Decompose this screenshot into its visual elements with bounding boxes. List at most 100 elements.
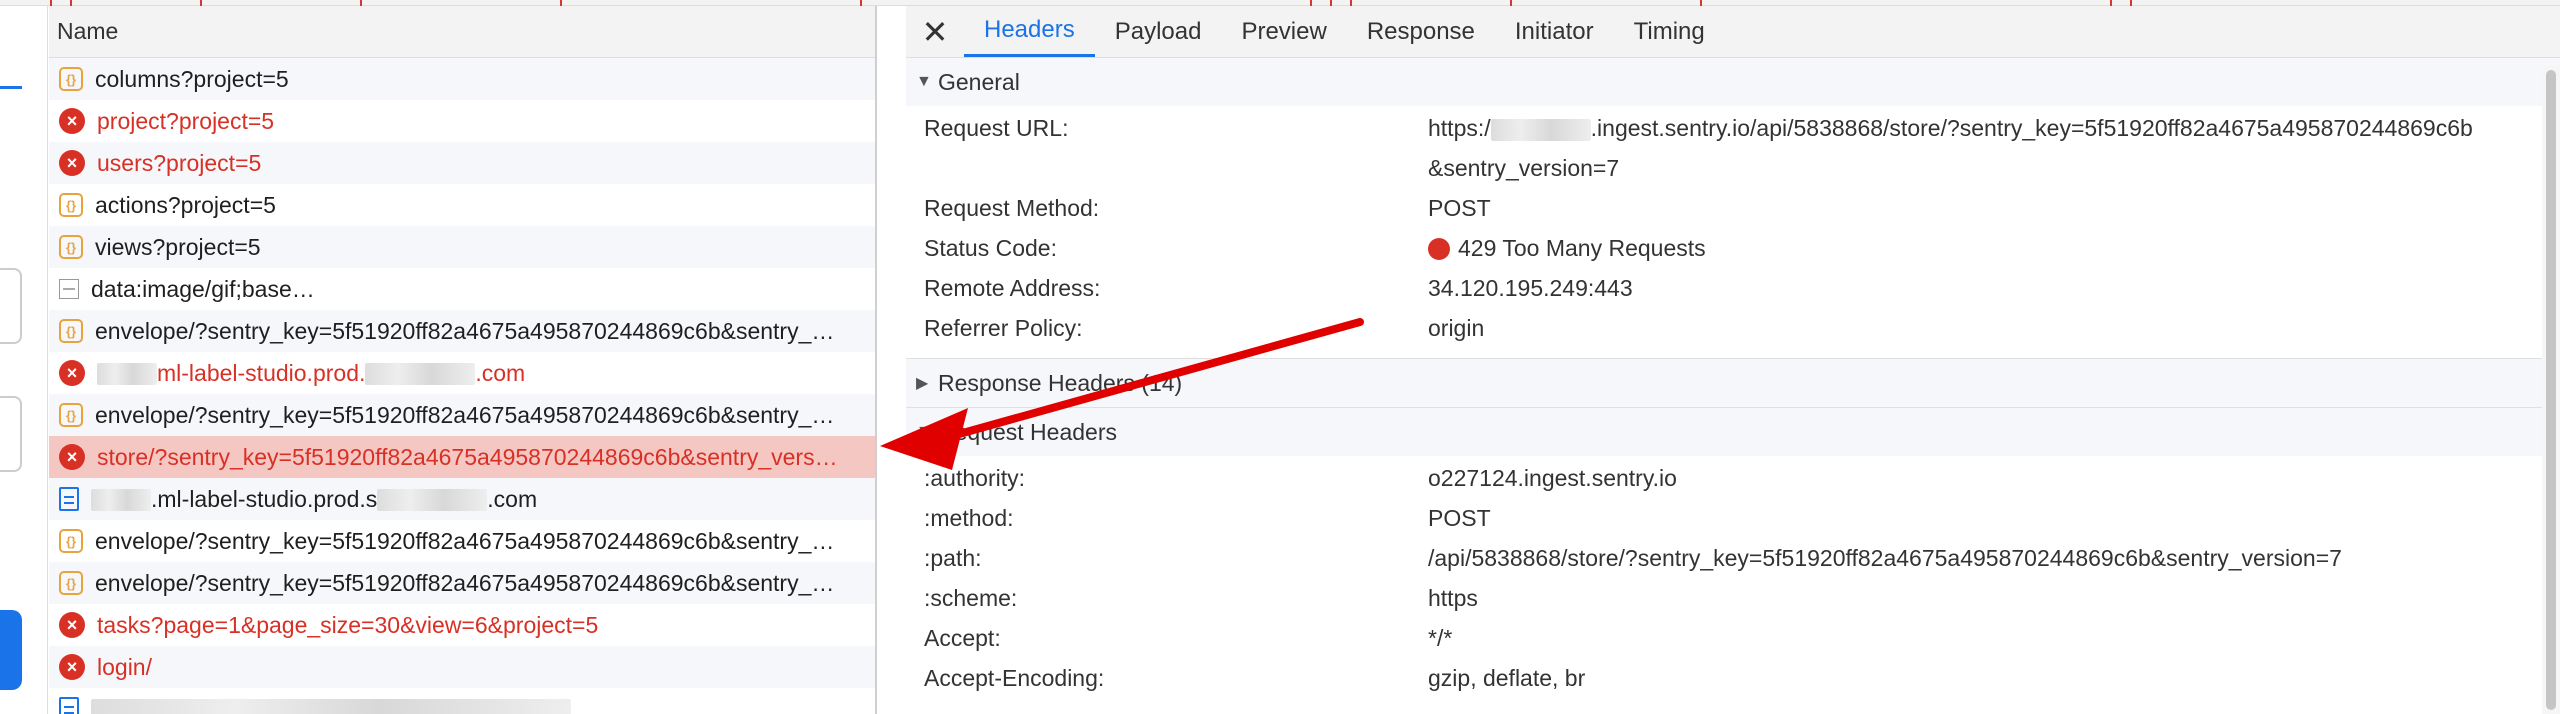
request-details-panel: ✕ Headers Payload Preview Response Initi… bbox=[906, 6, 2560, 714]
header-value: /api/5838868/store/?sentry_key=5f51920ff… bbox=[1428, 545, 2342, 571]
json-icon: {} bbox=[59, 235, 83, 259]
header-row: Request Method: POST bbox=[906, 188, 2560, 228]
header-value: gzip, deflate, br bbox=[1428, 665, 1586, 691]
header-value: origin bbox=[1428, 315, 1485, 341]
request-name: login/ bbox=[97, 653, 152, 680]
header-row: Remote Address: 34.120.195.249:443 bbox=[906, 268, 2560, 308]
table-row[interactable]: .ml-label-studio.prod.s .com bbox=[49, 478, 875, 520]
request-rows: {} columns?project=5 × project?project=5 × us… bbox=[49, 58, 875, 714]
sidebar-primary-button[interactable] bbox=[0, 610, 22, 690]
header-value: POST bbox=[1428, 195, 1491, 221]
table-row[interactable]: × project?project=5 bbox=[49, 100, 875, 142]
header-value: https bbox=[1428, 585, 1478, 611]
request-name: ml-label-studio.prod. .com bbox=[97, 360, 875, 387]
table-row[interactable]: data:image/gif;base… bbox=[49, 268, 875, 310]
tab-headers[interactable]: Headers bbox=[964, 6, 1095, 57]
scrollbar-thumb[interactable] bbox=[2546, 70, 2556, 710]
details-tab-bar: ✕ Headers Payload Preview Response Initi… bbox=[906, 6, 2560, 58]
close-icon[interactable]: ✕ bbox=[906, 6, 964, 57]
triangle-down-icon: ▼ bbox=[916, 73, 932, 90]
sidebar-control[interactable] bbox=[0, 396, 22, 472]
request-url-row: Request URL: https:/.ingest.sentry.io/ap… bbox=[924, 115, 2473, 141]
error-icon: × bbox=[59, 108, 85, 134]
table-row[interactable]: {} envelope/?sentry_key=5f51920ff82a4675a… bbox=[49, 394, 875, 436]
header-name: :path: bbox=[924, 545, 982, 571]
left-edge-panel bbox=[0, 6, 48, 714]
header-value: 429 Too Many Requests bbox=[1428, 228, 1706, 268]
table-row[interactable]: × users?project=5 bbox=[49, 142, 875, 184]
header-row: Referrer Policy: origin bbox=[906, 308, 2560, 348]
request-name: users?project=5 bbox=[97, 149, 262, 176]
header-name: :method: bbox=[924, 505, 1014, 531]
error-icon: × bbox=[59, 150, 85, 176]
table-row[interactable]: × login/ bbox=[49, 646, 875, 688]
general-section: ▼ General Request URL: https:/.ingest.se… bbox=[906, 58, 2560, 359]
request-name: envelope/?sentry_key=5f51920ff82a4675a49… bbox=[95, 317, 835, 344]
table-row[interactable]: {} columns?project=5 bbox=[49, 58, 875, 100]
json-icon: {} bbox=[59, 67, 83, 91]
triangle-right-icon: ▶ bbox=[916, 375, 929, 392]
tab-initiator[interactable]: Initiator bbox=[1495, 6, 1614, 57]
error-icon: × bbox=[59, 654, 85, 680]
header-value: POST bbox=[1428, 505, 1491, 531]
header-row: :method: POST bbox=[906, 498, 2560, 538]
name-column-header[interactable]: Name bbox=[49, 6, 875, 58]
status-error-dot-icon bbox=[1428, 238, 1450, 260]
name-column-label: Name bbox=[57, 18, 119, 44]
response-headers-section: ▶ Response Headers (14) bbox=[906, 359, 2560, 408]
header-row: Accept: */* bbox=[906, 618, 2560, 658]
error-icon: × bbox=[59, 444, 85, 470]
json-icon: {} bbox=[59, 193, 83, 217]
request-name: store/?sentry_key=5f51920ff82a4675a49587… bbox=[97, 443, 838, 470]
header-name: :scheme: bbox=[924, 585, 1018, 611]
network-request-list: Name {} columns?project=5 × project?project… bbox=[49, 6, 877, 714]
request-name: data:image/gif;base… bbox=[91, 275, 315, 302]
table-row[interactable] bbox=[49, 688, 875, 714]
request-name: views?project=5 bbox=[95, 233, 261, 260]
table-row[interactable]: {} envelope/?sentry_key=5f51920ff82a4675a… bbox=[49, 310, 875, 352]
header-row: Status Code: 429 Too Many Requests bbox=[906, 228, 2560, 268]
table-row[interactable]: × ml-label-studio.prod. .com bbox=[49, 352, 875, 394]
json-icon: {} bbox=[59, 319, 83, 343]
request-name: envelope/?sentry_key=5f51920ff82a4675a49… bbox=[95, 569, 835, 596]
active-indicator bbox=[0, 86, 22, 89]
request-headers-section: ▼ Request Headers :authority: o227124.ing… bbox=[906, 408, 2560, 698]
table-row[interactable]: {} actions?project=5 bbox=[49, 184, 875, 226]
json-icon: {} bbox=[59, 571, 83, 595]
error-icon: × bbox=[59, 612, 85, 638]
response-headers-toggle[interactable]: ▶ Response Headers (14) bbox=[906, 359, 2560, 407]
request-name: actions?project=5 bbox=[95, 191, 276, 218]
request-name: .ml-label-studio.prod.s .com bbox=[91, 486, 875, 513]
sidebar-control[interactable] bbox=[0, 268, 22, 344]
tab-timing[interactable]: Timing bbox=[1614, 6, 1725, 57]
general-section-toggle[interactable]: ▼ General bbox=[906, 58, 2560, 106]
header-name: Accept: bbox=[924, 625, 1001, 651]
tab-payload[interactable]: Payload bbox=[1095, 6, 1222, 57]
header-name: :authority: bbox=[924, 465, 1025, 491]
request-name: tasks?page=1&page_size=30&view=6&project… bbox=[97, 611, 599, 638]
json-icon: {} bbox=[59, 403, 83, 427]
table-row-selected[interactable]: × store/?sentry_key=5f51920ff82a4675a4958… bbox=[49, 436, 875, 478]
header-row: :path: /api/5838868/store/?sentry_key=5f5… bbox=[906, 538, 2560, 578]
table-row[interactable]: {} envelope/?sentry_key=5f51920ff82a4675a… bbox=[49, 562, 875, 604]
request-headers-toggle[interactable]: ▼ Request Headers bbox=[906, 408, 2560, 456]
table-row[interactable]: {} views?project=5 bbox=[49, 226, 875, 268]
tab-response[interactable]: Response bbox=[1347, 6, 1495, 57]
request-name bbox=[91, 696, 875, 714]
header-value: */* bbox=[1428, 625, 1453, 651]
header-name: Status Code: bbox=[924, 235, 1057, 261]
header-name: Referrer Policy: bbox=[924, 315, 1083, 341]
json-icon: {} bbox=[59, 529, 83, 553]
header-value: 34.120.195.249:443 bbox=[1428, 275, 1633, 301]
request-name: project?project=5 bbox=[97, 107, 275, 134]
tab-preview[interactable]: Preview bbox=[1221, 6, 1346, 57]
document-icon bbox=[59, 697, 79, 714]
header-name: Accept-Encoding: bbox=[924, 665, 1105, 691]
image-icon bbox=[59, 279, 79, 299]
header-row: :scheme: https bbox=[906, 578, 2560, 618]
details-scrollbar[interactable] bbox=[2542, 66, 2560, 714]
request-name: envelope/?sentry_key=5f51920ff82a4675a49… bbox=[95, 527, 835, 554]
table-row[interactable]: × tasks?page=1&page_size=30&view=6&projec… bbox=[49, 604, 875, 646]
devtools-window: Name {} columns?project=5 × project?project… bbox=[0, 0, 2560, 714]
table-row[interactable]: {} envelope/?sentry_key=5f51920ff82a4675a… bbox=[49, 520, 875, 562]
